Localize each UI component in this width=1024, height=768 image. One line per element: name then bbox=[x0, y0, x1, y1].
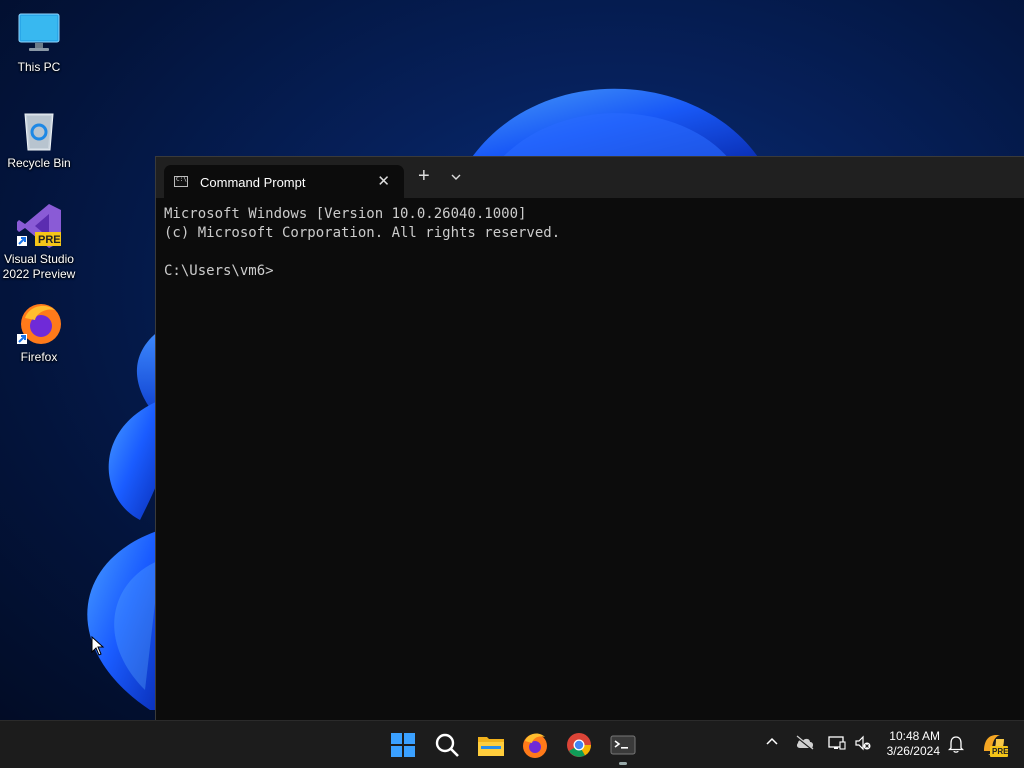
tab-title: Command Prompt bbox=[200, 175, 306, 190]
desktop-icon-label: This PC bbox=[17, 60, 61, 74]
terminal-taskbar-button[interactable] bbox=[607, 729, 639, 765]
console-prompt: C:\Users\vm6> bbox=[164, 263, 274, 279]
desktop[interactable]: This PC Recycle Bin PRE Visual Studio 20… bbox=[0, 0, 1024, 720]
terminal-window[interactable]: Command Prompt ✕ + Microsoft Windows [Ve… bbox=[155, 156, 1024, 720]
desktop-icon-label: Visual Studio 2022 Preview bbox=[2, 252, 76, 281]
console-line: (c) Microsoft Corporation. All rights re… bbox=[164, 225, 561, 241]
firefox-icon bbox=[523, 733, 547, 758]
desktop-icon-this-pc[interactable]: This PC bbox=[1, 10, 77, 75]
cloud-off-icon bbox=[796, 735, 814, 751]
file-explorer-button[interactable] bbox=[475, 729, 507, 761]
terminal-icon bbox=[610, 735, 636, 755]
desktop-icon-label: Firefox bbox=[20, 350, 58, 364]
new-tab-button[interactable]: + bbox=[418, 166, 430, 186]
desktop-icon-recycle-bin[interactable]: Recycle Bin bbox=[1, 106, 77, 171]
desktop-icon-label: Recycle Bin bbox=[7, 156, 71, 170]
chevron-up-icon bbox=[766, 737, 778, 745]
start-icon bbox=[391, 733, 415, 757]
file-explorer-icon bbox=[478, 737, 504, 756]
firefox-icon bbox=[15, 300, 63, 348]
clock-time: 10:48 AM bbox=[889, 729, 940, 743]
search-icon bbox=[435, 733, 459, 757]
console-line: Microsoft Windows [Version 10.0.26040.10… bbox=[164, 206, 527, 222]
monitor-icon bbox=[15, 10, 63, 58]
desktop-icon-firefox[interactable]: Firefox bbox=[1, 300, 77, 365]
tab-dropdown-button[interactable] bbox=[450, 170, 462, 186]
notifications-button[interactable] bbox=[947, 735, 965, 756]
tab-command-prompt[interactable]: Command Prompt ✕ bbox=[164, 165, 404, 198]
clock-date: 3/26/2024 bbox=[886, 744, 940, 758]
console-output[interactable]: Microsoft Windows [Version 10.0.26040.10… bbox=[164, 205, 560, 281]
chrome-icon bbox=[567, 733, 591, 757]
desktop-icon-visual-studio[interactable]: PRE Visual Studio 2022 Preview bbox=[1, 202, 77, 282]
active-app-indicator bbox=[619, 762, 627, 765]
firefox-taskbar-button[interactable] bbox=[519, 729, 551, 761]
copilot-button[interactable]: PRE bbox=[980, 731, 1008, 759]
recycle-bin-icon bbox=[15, 106, 63, 154]
pre-badge: PRE bbox=[992, 747, 1009, 756]
close-tab-button[interactable]: ✕ bbox=[377, 172, 390, 190]
chevron-down-icon bbox=[451, 174, 461, 180]
title-bar[interactable]: Command Prompt ✕ + bbox=[156, 157, 1024, 198]
pre-badge: PRE bbox=[38, 234, 61, 246]
clock[interactable]: 10:48 AM 3/26/2024 bbox=[887, 729, 940, 759]
mouse-cursor-icon bbox=[91, 636, 105, 656]
show-hidden-icons-button[interactable] bbox=[765, 735, 779, 752]
volume-muted-icon bbox=[855, 735, 871, 751]
network-icon bbox=[828, 736, 846, 750]
onedrive-button[interactable] bbox=[795, 735, 815, 754]
chrome-taskbar-button[interactable] bbox=[563, 729, 595, 761]
start-button[interactable] bbox=[387, 729, 419, 761]
network-button[interactable] bbox=[828, 735, 846, 754]
visual-studio-icon: PRE bbox=[15, 202, 63, 250]
search-button[interactable] bbox=[431, 729, 463, 761]
command-prompt-icon bbox=[174, 176, 188, 187]
taskbar: 10:48 AM 3/26/2024 PRE bbox=[0, 720, 1024, 768]
volume-button[interactable] bbox=[854, 735, 872, 754]
console-line: ​ bbox=[164, 243, 560, 262]
bell-icon bbox=[947, 736, 965, 753]
